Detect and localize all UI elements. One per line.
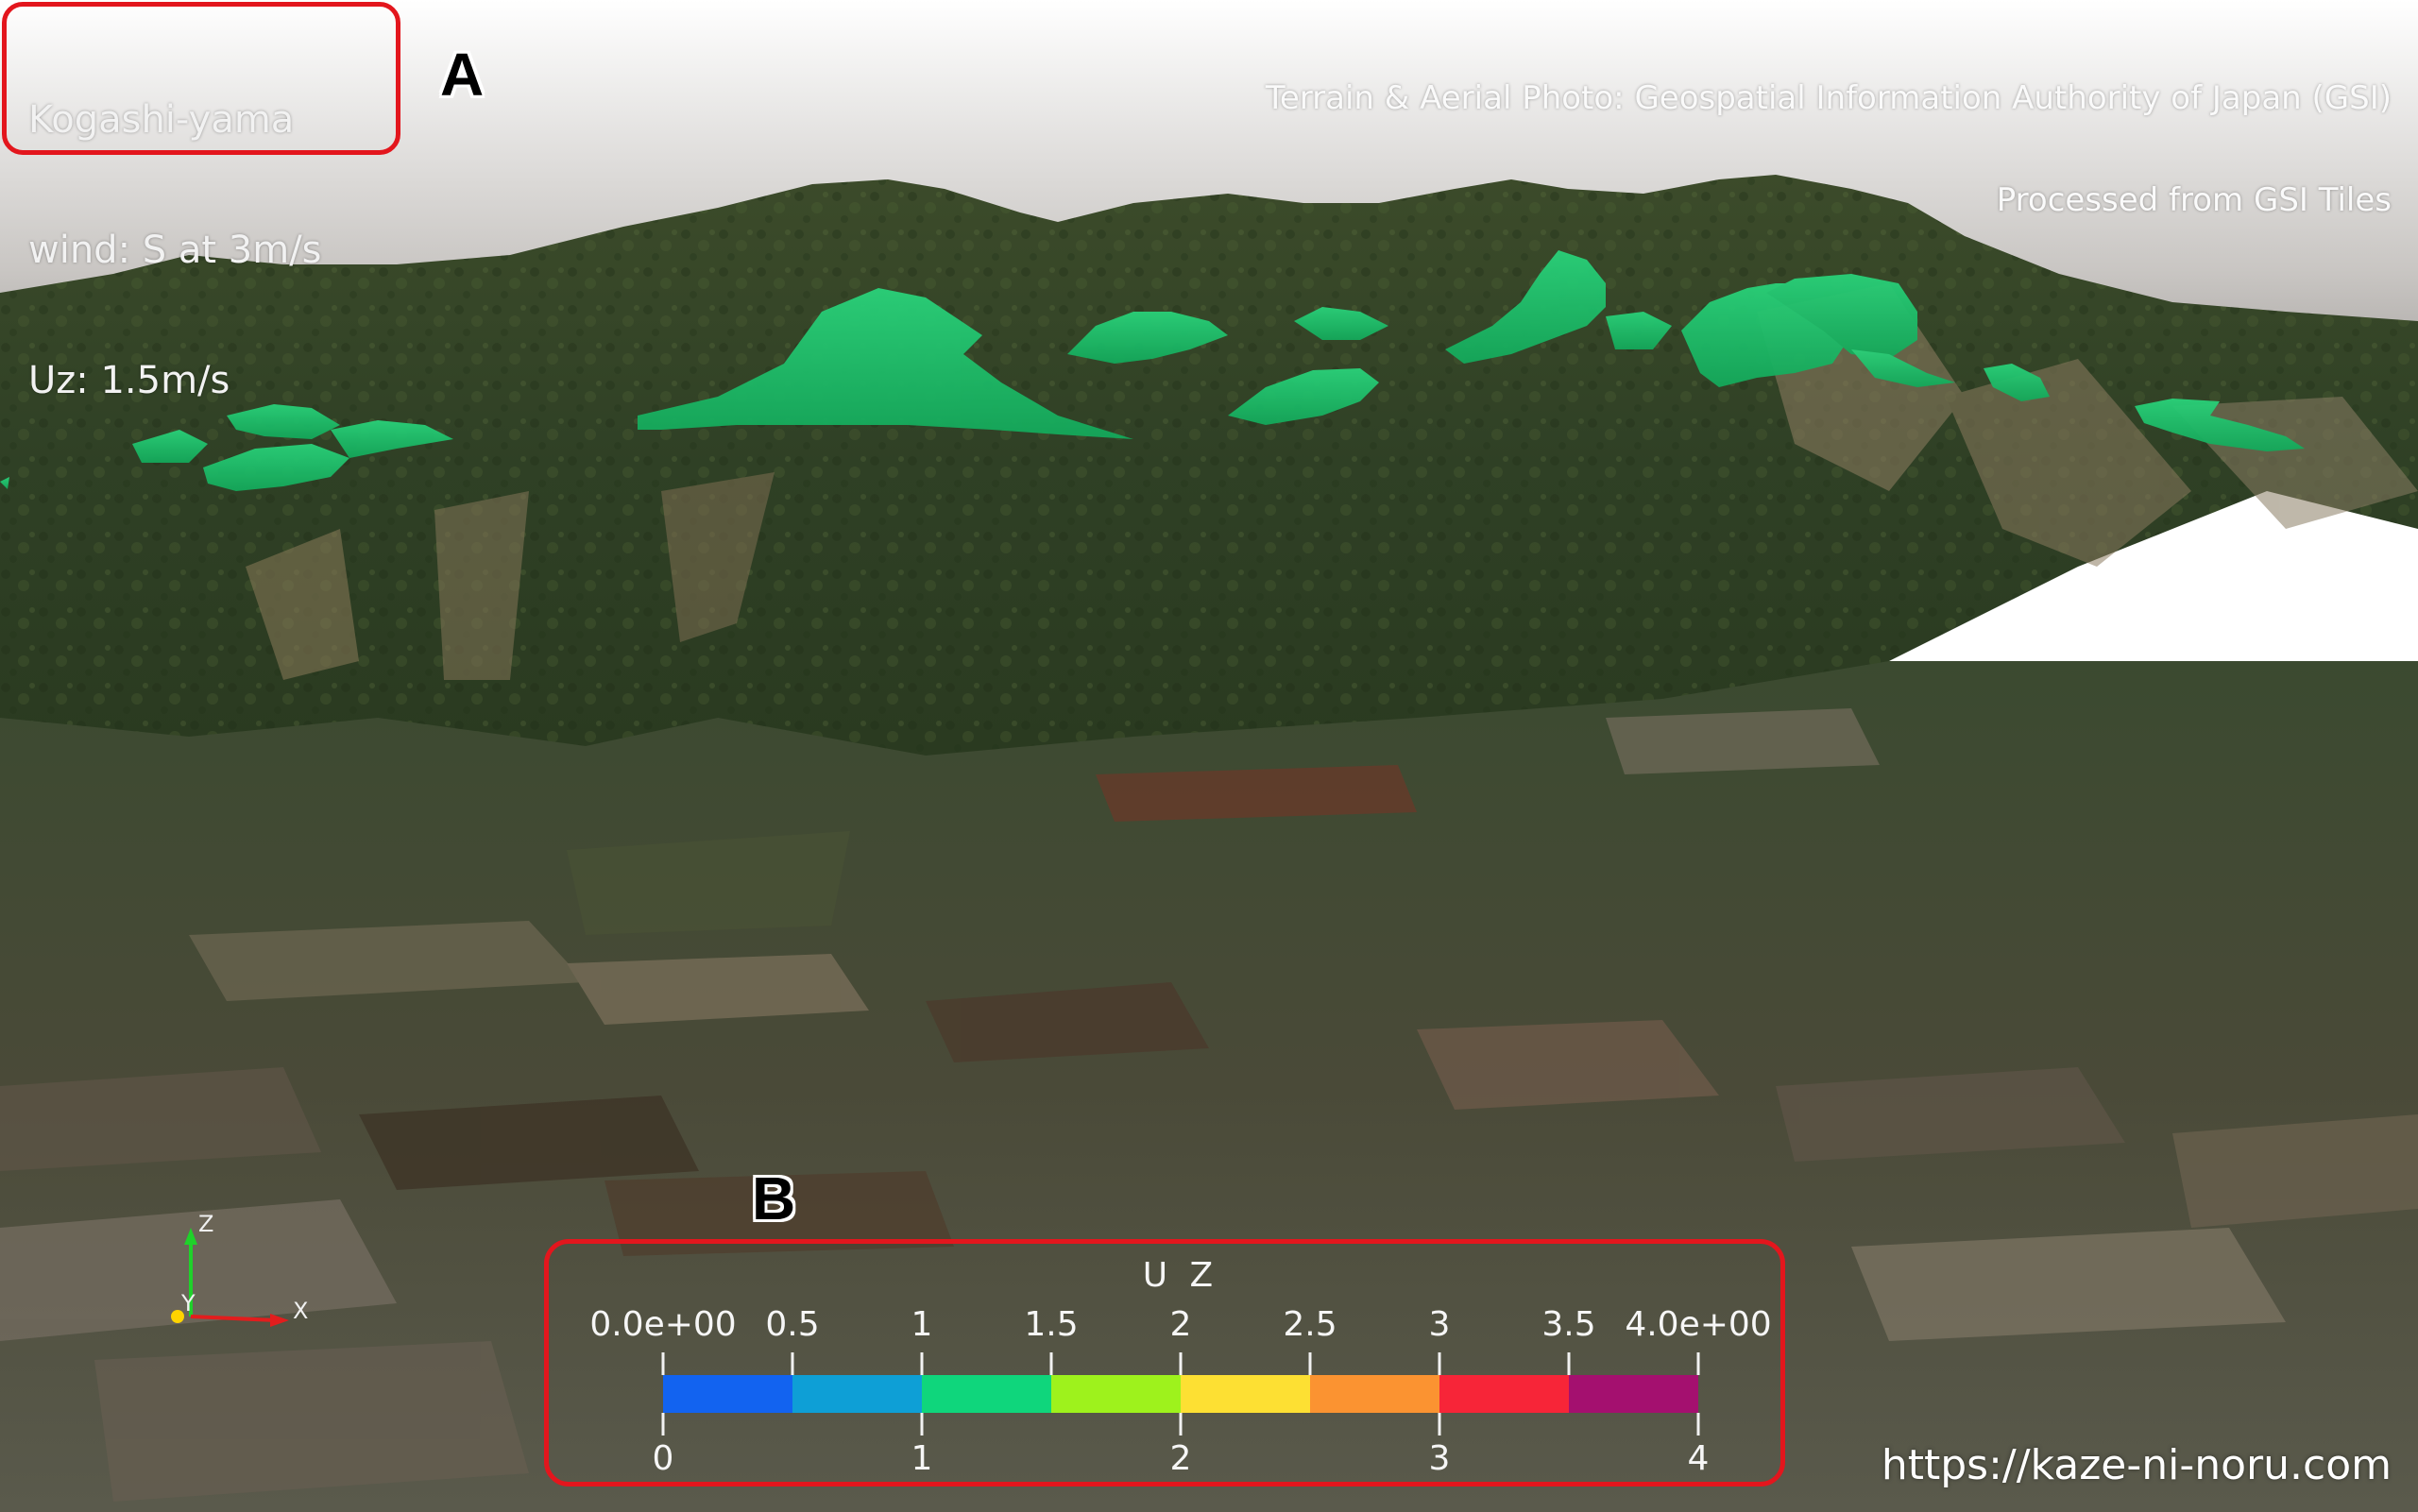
credit-line-2: Processed from GSI Tiles: [1996, 181, 2392, 219]
site-name-label: Kogashi-yama: [28, 98, 295, 142]
colorbar-title: U Z: [1142, 1256, 1219, 1295]
wind-label: wind: S at 3m/s: [28, 229, 322, 272]
data-credit: Terrain & Aerial Photo: Geospatial Infor…: [1266, 13, 2392, 251]
axes-orientation-triad: Z X Y: [171, 1211, 308, 1327]
website-url: https://kaze-ni-noru.com: [1881, 1441, 2392, 1489]
z-axis-arrow-icon: [184, 1228, 197, 1245]
callout-b-label: B: [752, 1164, 796, 1232]
z-axis-label: Z: [198, 1211, 213, 1237]
x-axis-line: [190, 1315, 277, 1322]
x-axis-label: X: [293, 1298, 308, 1324]
y-axis-label: Y: [180, 1290, 196, 1317]
x-axis-arrow-icon: [270, 1314, 289, 1327]
info-overlay: Kogashi-yama wind: S at 3m/s Uz: 1.5m/s: [28, 11, 322, 446]
callout-a-label: A: [440, 41, 485, 109]
uz-label: Uz: 1.5m/s: [28, 359, 230, 402]
credit-line-1: Terrain & Aerial Photo: Geospatial Infor…: [1265, 79, 2392, 117]
